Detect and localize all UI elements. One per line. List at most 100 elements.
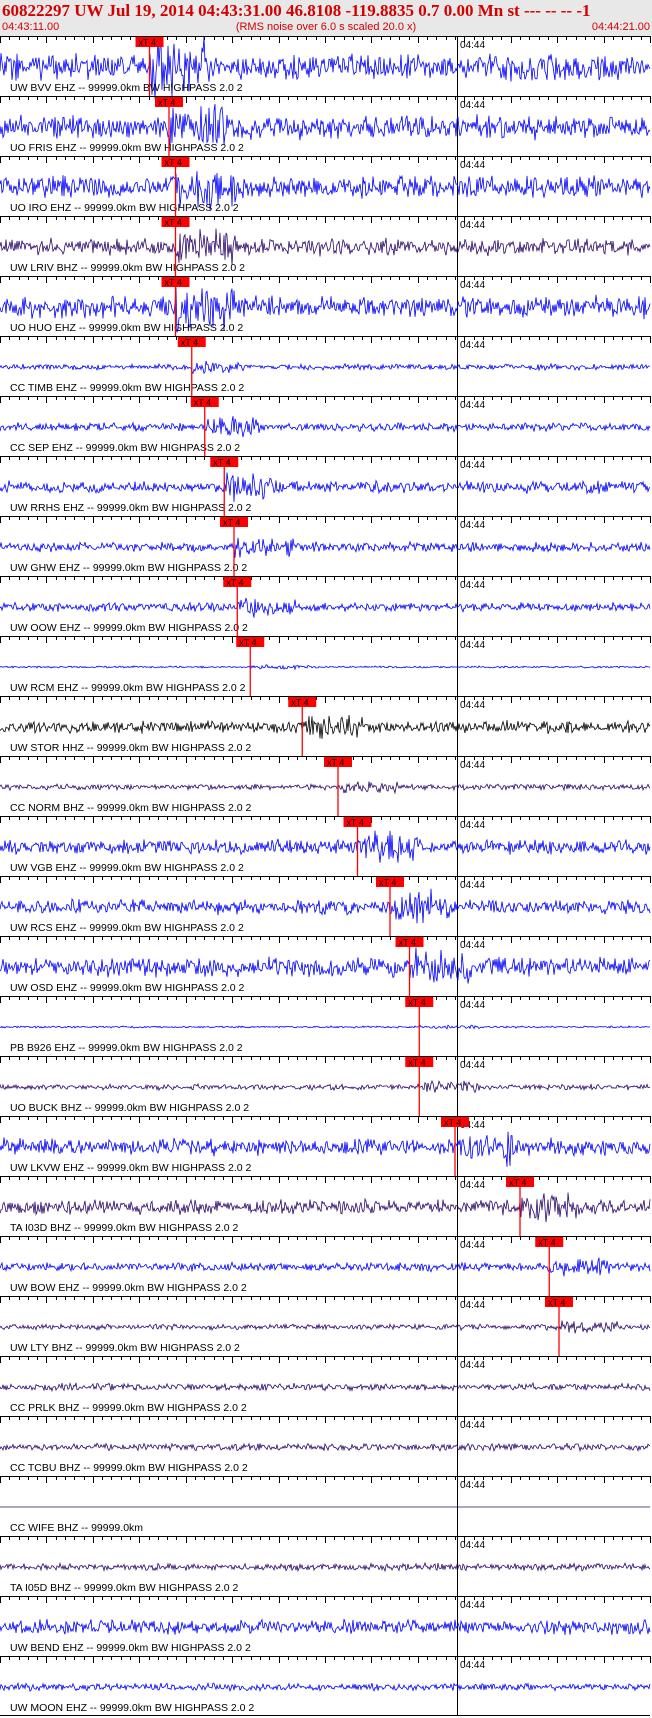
- waveform: [0, 1442, 651, 1453]
- minute-label: 04:44: [460, 820, 485, 831]
- pick-label: xT 4: [399, 938, 416, 948]
- seismogram-plot: 04:44 UW BVV EHZ -- 99999.0km BW HIGHPASS…: [0, 36, 651, 1716]
- end-time: 04:44:21.00: [591, 21, 650, 33]
- trace-row: 04:44 UW GHW EHZ -- 99999.0km BW HIGHPASS…: [0, 516, 651, 576]
- pick-marker: xT 4: [506, 1177, 534, 1236]
- waveform: [0, 103, 651, 147]
- waveform: [0, 1681, 651, 1693]
- station-label: UW OSD EHZ -- 99999.0km BW HIGHPASS 2.0 …: [10, 982, 245, 994]
- station-label: UW VGB EHZ -- 99999.0km BW HIGHPASS 2.0 …: [10, 862, 244, 874]
- waveform: [0, 1320, 651, 1334]
- minute-label: 04:44: [460, 1360, 485, 1371]
- waveform: [0, 1561, 651, 1573]
- minute-label: 04:44: [460, 400, 485, 411]
- pick-label: xT 4: [347, 818, 364, 828]
- waveform: [0, 537, 651, 558]
- minute-label: 04:44: [460, 220, 485, 231]
- station-label: UW LTY BHZ -- 99999.0km BW HIGHPASS 2.0 …: [10, 1342, 240, 1354]
- minute-label: 04:44: [460, 580, 485, 591]
- waveform: [0, 714, 651, 739]
- waveform: [0, 228, 651, 266]
- minute-label: 04:44: [460, 1480, 485, 1491]
- trace-row: 04:44 PB B926 EHZ -- 99999.0km BW HIGHPAS…: [0, 996, 651, 1056]
- trace-row: 04:44 UW LRIV BHZ -- 99999.0km BW HIGHPAS…: [0, 216, 651, 276]
- minute-label: 04:44: [460, 1300, 485, 1311]
- station-label: UO BUCK BHZ -- 99999.0km BW HIGHPASS 2.0…: [10, 1102, 249, 1114]
- trace-row: 04:44 UW BOW EHZ -- 99999.0km BW HIGHPASS…: [0, 1236, 651, 1296]
- waveform: [0, 781, 651, 795]
- station-label: UW OOW EHZ -- 99999.0km BW HIGHPASS 2.0 …: [10, 622, 248, 634]
- waveform: [0, 1381, 651, 1393]
- minute-label: 04:44: [460, 940, 485, 951]
- minute-label: 04:44: [460, 700, 485, 711]
- pick-marker: xT 4: [441, 1117, 469, 1176]
- minute-label: 04:44: [460, 1420, 485, 1431]
- trace-row: 04:44 UW STOR HHZ -- 99999.0km BW HIGHPAS…: [0, 696, 651, 756]
- minute-label: 04:44: [460, 40, 485, 51]
- waveform: [0, 1192, 651, 1223]
- station-label: UW RCM EHZ -- 99999.0km BW HIGHPASS 2.0 …: [10, 682, 246, 694]
- pick-label: xT 4: [239, 638, 256, 648]
- minute-label: 04:44: [460, 760, 485, 771]
- pick-label: xT 4: [408, 998, 425, 1008]
- pick-label: xT 4: [444, 1118, 461, 1128]
- pick-label: xT 4: [194, 398, 211, 408]
- waveform: [0, 888, 651, 924]
- trace-row: 04:44 TA I05D BHZ -- 99999.0km BW HIGHPAS…: [0, 1536, 651, 1596]
- station-label: CC WIFE BHZ -- 99999.0km: [10, 1522, 143, 1534]
- minute-label: 04:44: [460, 340, 485, 351]
- minute-label: 04:44: [460, 160, 485, 171]
- pick-marker: xT 4: [545, 1297, 573, 1356]
- minute-label: 04:44: [460, 880, 485, 891]
- pick-label: xT 4: [165, 278, 182, 288]
- waveform: [0, 416, 651, 438]
- trace-row: 04:44 UO BUCK BHZ -- 99999.0km BW HIGHPAS…: [0, 1056, 651, 1116]
- station-label: UW BEND EHZ -- 99999.0km BW HIGHPASS 2.0…: [10, 1642, 251, 1654]
- minute-label: 04:44: [460, 1060, 485, 1071]
- station-label: CC PRLK BHZ -- 99999.0km BW HIGHPASS 2.0…: [10, 1402, 247, 1414]
- trace-row: 04:44 CC NORM BHZ -- 99999.0km BW HIGHPAS…: [0, 756, 651, 816]
- trace-row: 04:44 UW OOW EHZ -- 99999.0km BW HIGHPASS…: [0, 576, 651, 636]
- pick-label: xT 4: [509, 1178, 526, 1188]
- pick-label: xT 4: [223, 518, 240, 528]
- minute-label: 04:44: [460, 1660, 485, 1671]
- waveform: [0, 1618, 651, 1636]
- trace-row: 04:44 CC WIFE BHZ -- 99999.0km: [0, 1476, 651, 1536]
- station-label: CC TIMB EHZ -- 99999.0km BW HIGHPASS 2.0…: [10, 382, 244, 394]
- pick-label: xT 4: [158, 98, 175, 108]
- trace-row: 04:44 CC PRLK BHZ -- 99999.0km BW HIGHPAS…: [0, 1356, 651, 1416]
- waveform: [0, 1079, 651, 1094]
- minute-label: 04:44: [460, 460, 485, 471]
- minute-label: 04:44: [460, 1600, 485, 1611]
- trace-row: 04:44 UW OSD EHZ -- 99999.0km BW HIGHPASS…: [0, 936, 651, 996]
- pick-marker: xT 4: [395, 937, 424, 996]
- trace-row: 04:44UW LKVW EHZ -- 99999.0km BW HIGHPAS…: [0, 1116, 651, 1176]
- minute-label: 04:44: [460, 640, 485, 651]
- pick-label: xT 4: [291, 698, 308, 708]
- pick-label: xT 4: [226, 578, 243, 588]
- station-label: UW BVV EHZ -- 99999.0km BW HIGHPASS 2.0 …: [10, 82, 243, 94]
- waveform: [0, 830, 651, 863]
- pick-label: xT 4: [379, 878, 396, 888]
- minute-label: 04:44: [460, 1240, 485, 1251]
- station-label: UW MOON EHZ -- 99999.0km BW HIGHPASS 2.0…: [10, 1702, 254, 1714]
- waveform: [0, 597, 651, 618]
- trace-row: 04:44 CC TCBU BHZ -- 99999.0km BW HIGHPAS…: [0, 1416, 651, 1476]
- trace-row: 04:44 UW LTY BHZ -- 99999.0km BW HIGHPASS…: [0, 1296, 651, 1356]
- minute-label: 04:44: [460, 1000, 485, 1011]
- waveform: [0, 472, 651, 502]
- trace-row: 04:44 UW RCM EHZ -- 99999.0km BW HIGHPASS…: [0, 636, 651, 696]
- waveform: [0, 947, 651, 984]
- station-label: UW LRIV BHZ -- 99999.0km BW HIGHPASS 2.0…: [10, 262, 245, 274]
- minute-label: 04:44: [460, 1540, 485, 1551]
- pick-label: xT 4: [327, 758, 344, 768]
- station-label: TA I03D BHZ -- 99999.0km BW HIGHPASS 2.0…: [10, 1222, 239, 1234]
- station-label: UW STOR HHZ -- 99999.0km BW HIGHPASS 2.0…: [10, 742, 251, 754]
- station-label: UW BOW EHZ -- 99999.0km BW HIGHPASS 2.0 …: [10, 1282, 247, 1294]
- pick-label: xT 4: [213, 458, 230, 468]
- pick-label: xT 4: [139, 38, 156, 48]
- event-title: 60822297 UW Jul 19, 2014 04:43:31.00 46.…: [2, 1, 591, 20]
- pick-label: xT 4: [548, 1298, 565, 1308]
- pick-label: xT 4: [538, 1238, 555, 1248]
- trace-row: 04:44 UW RCS EHZ -- 99999.0km BW HIGHPASS…: [0, 876, 651, 936]
